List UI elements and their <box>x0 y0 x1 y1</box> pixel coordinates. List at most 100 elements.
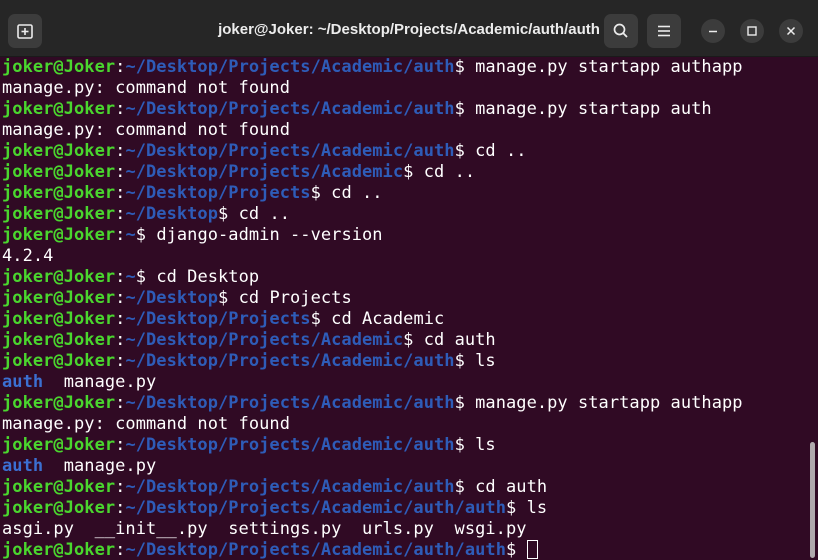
output-text: manage.py: command not found <box>2 414 290 434</box>
prompt-line: joker@Joker:~/Desktop/Projects/Academic$… <box>0 330 806 351</box>
prompt-user-host: joker@Joker <box>2 141 116 161</box>
prompt-colon: : <box>115 393 126 413</box>
prompt-colon: : <box>115 162 126 182</box>
prompt-user-host: joker@Joker <box>2 288 116 308</box>
prompt-dollar: $ <box>218 288 229 308</box>
prompt-line: joker@Joker:~/Desktop/Projects$ cd .. <box>0 183 806 204</box>
file-entry: manage.py <box>43 372 157 392</box>
prompt-colon: : <box>115 267 126 287</box>
prompt-user-host: joker@Joker <box>2 204 116 224</box>
minimize-button[interactable] <box>701 19 725 43</box>
prompt-path: ~/Desktop/Projects/Academic/auth <box>125 57 455 77</box>
prompt-dollar: $ <box>505 498 517 518</box>
prompt-dollar: $ <box>454 393 465 413</box>
output-line: manage.py: command not found <box>0 120 806 141</box>
prompt-path: ~/Desktop/Projects/Academic/auth <box>125 435 455 455</box>
prompt-colon: : <box>115 99 126 119</box>
command-text: cd Projects <box>228 288 352 308</box>
prompt-dollar: $ <box>505 540 517 560</box>
prompt-line: joker@Joker:~/Desktop/Projects/Academic/… <box>0 540 806 560</box>
prompt-user-host: joker@Joker <box>2 99 116 119</box>
command-text: manage.py startapp authapp <box>464 393 743 413</box>
prompt-path: ~/Desktop/Projects/Academic/auth <box>125 99 455 119</box>
prompt-dollar: $ <box>135 225 147 245</box>
scrollbar[interactable] <box>810 442 815 558</box>
prompt-colon: : <box>115 57 126 77</box>
prompt-line: joker@Joker:~/Desktop/Projects/Academic/… <box>0 435 806 456</box>
prompt-path: ~/Desktop/Projects <box>125 309 311 329</box>
output-text: manage.py: command not found <box>2 78 290 98</box>
prompt-line: joker@Joker:~/Desktop/Projects/Academic/… <box>0 99 806 120</box>
prompt-dollar: $ <box>454 477 465 497</box>
hamburger-menu-icon <box>658 25 670 37</box>
command-text: cd auth <box>413 330 496 350</box>
maximize-icon <box>747 26 757 36</box>
command-text: cd auth <box>464 477 548 497</box>
prompt-colon: : <box>115 288 126 308</box>
output-line: auth manage.py <box>0 372 806 393</box>
prompt-dollar: $ <box>454 435 465 455</box>
prompt-user-host: joker@Joker <box>2 498 116 518</box>
prompt-line: joker@Joker:~/Desktop/Projects/Academic/… <box>0 498 806 519</box>
prompt-user-host: joker@Joker <box>2 435 116 455</box>
prompt-path: ~/Desktop/Projects/Academic/auth <box>125 141 455 161</box>
prompt-line: joker@Joker:~$ django-admin --version <box>0 225 806 246</box>
command-text <box>516 540 526 560</box>
command-text: cd .. <box>320 183 383 203</box>
output-line: auth manage.py <box>0 456 806 477</box>
output-line: manage.py: command not found <box>0 78 806 99</box>
search-icon <box>613 23 628 38</box>
window-title: joker@Joker: ~/Desktop/Projects/Academic… <box>218 21 600 38</box>
prompt-user-host: joker@Joker <box>2 330 116 350</box>
close-button[interactable] <box>779 19 803 43</box>
prompt-line: joker@Joker:~/Desktop/Projects/Academic/… <box>0 477 806 498</box>
title-bar[interactable]: joker@Joker: ~/Desktop/Projects/Academic… <box>0 0 818 57</box>
prompt-line: joker@Joker:~/Desktop$ cd Projects <box>0 288 806 309</box>
prompt-path: ~/Desktop <box>125 288 219 308</box>
command-text: manage.py startapp auth <box>464 99 712 119</box>
prompt-user-host: joker@Joker <box>2 225 116 245</box>
prompt-user-host: joker@Joker <box>2 57 116 77</box>
prompt-colon: : <box>115 204 126 224</box>
output-line: manage.py: command not found <box>0 414 806 435</box>
directory-entry: auth <box>2 456 44 476</box>
prompt-colon: : <box>115 225 126 245</box>
prompt-path: ~/Desktop/Projects/Academic <box>125 162 404 182</box>
prompt-path: ~/Desktop/Projects <box>125 183 311 203</box>
prompt-line: joker@Joker:~/Desktop$ cd .. <box>0 204 806 225</box>
terminal-output[interactable]: joker@Joker:~/Desktop/Projects/Academic/… <box>0 57 806 560</box>
search-button[interactable] <box>604 14 638 48</box>
terminal-window: joker@Joker: ~/Desktop/Projects/Academic… <box>0 0 818 560</box>
close-icon <box>786 26 796 36</box>
prompt-colon: : <box>115 309 126 329</box>
command-text: ls <box>464 351 496 371</box>
prompt-user-host: joker@Joker <box>2 540 116 560</box>
prompt-dollar: $ <box>403 330 414 350</box>
prompt-dollar: $ <box>310 309 321 329</box>
command-text: cd .. <box>413 162 476 182</box>
prompt-line: joker@Joker:~/Desktop/Projects/Academic/… <box>0 141 806 162</box>
prompt-line: joker@Joker:~$ cd Desktop <box>0 267 806 288</box>
prompt-colon: : <box>115 141 126 161</box>
prompt-dollar: $ <box>218 204 229 224</box>
maximize-button[interactable] <box>740 19 764 43</box>
prompt-line: joker@Joker:~/Desktop/Projects$ cd Acade… <box>0 309 806 330</box>
prompt-colon: : <box>115 351 126 371</box>
prompt-user-host: joker@Joker <box>2 393 116 413</box>
prompt-user-host: joker@Joker <box>2 351 116 371</box>
prompt-user-host: joker@Joker <box>2 162 116 182</box>
prompt-user-host: joker@Joker <box>2 267 116 287</box>
prompt-colon: : <box>115 477 126 497</box>
file-entry: manage.py <box>43 456 157 476</box>
prompt-dollar: $ <box>454 351 465 371</box>
text-cursor <box>526 540 538 559</box>
output-line: asgi.py __init__.py settings.py urls.py … <box>0 519 806 540</box>
prompt-user-host: joker@Joker <box>2 309 116 329</box>
prompt-user-host: joker@Joker <box>2 183 116 203</box>
prompt-line: joker@Joker:~/Desktop/Projects/Academic/… <box>0 393 806 414</box>
command-text: cd Desktop <box>146 267 260 287</box>
directory-entry: auth <box>2 372 44 392</box>
prompt-path: ~ <box>125 225 136 245</box>
menu-button[interactable] <box>647 14 681 48</box>
prompt-line: joker@Joker:~/Desktop/Projects/Academic/… <box>0 351 806 372</box>
